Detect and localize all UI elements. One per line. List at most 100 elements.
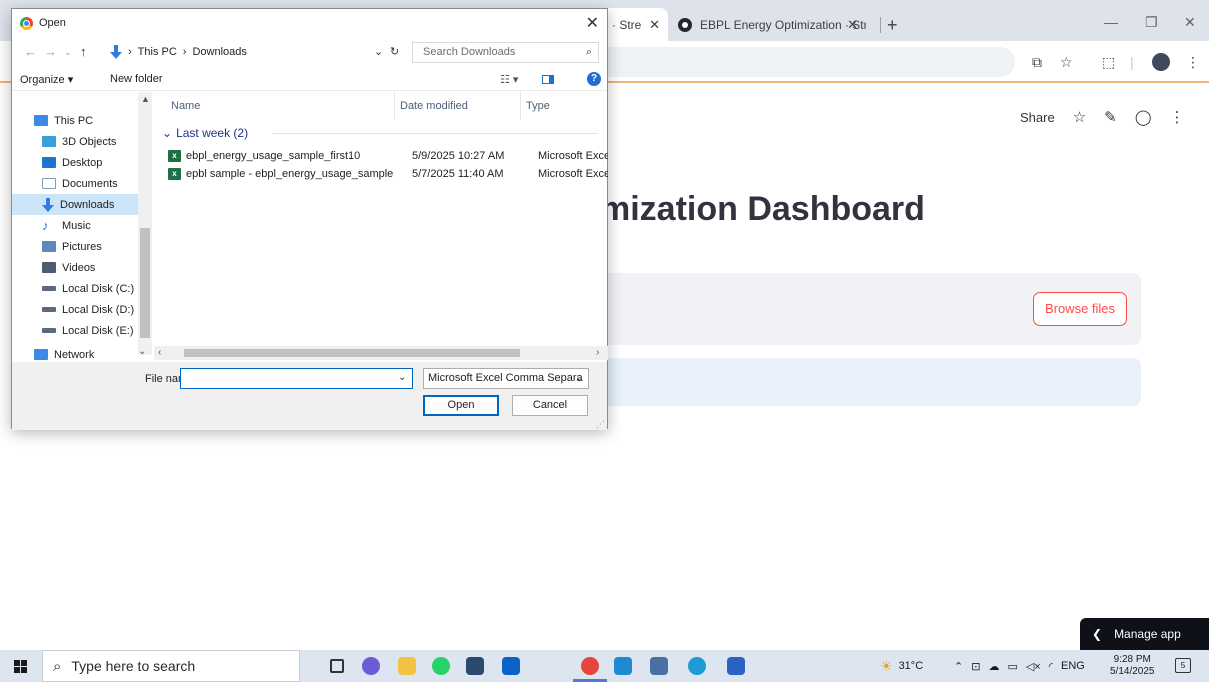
file-list-horizontal-scrollbar[interactable]: ‹ › — [154, 346, 608, 360]
nav-item-3d-objects[interactable]: 3D Objects — [12, 131, 138, 152]
open-button[interactable]: Open — [423, 395, 499, 416]
file-row[interactable]: x ebpl_energy_usage_sample_first10 5/9/2… — [168, 148, 608, 166]
bookmark-star-icon[interactable]: ☆ — [1060, 54, 1073, 71]
address-history-chevron-icon[interactable]: ⌄ — [374, 45, 383, 58]
navigation-scrollbar[interactable]: ▲ — [138, 92, 152, 355]
scroll-up-icon[interactable]: ▲ — [141, 94, 150, 104]
microsoft-store-icon[interactable] — [466, 657, 484, 675]
help-icon[interactable]: ? — [587, 72, 601, 86]
scrollbar-thumb[interactable] — [184, 349, 520, 357]
copilot-icon[interactable] — [362, 657, 380, 675]
nav-item-label: This PC — [54, 114, 94, 127]
weather-temperature: 31°C — [898, 660, 924, 672]
view-options-icon[interactable]: ☷ ▾ — [500, 73, 518, 86]
tab-close-icon[interactable]: ✕ — [847, 17, 858, 33]
cancel-button[interactable]: Cancel — [512, 395, 588, 416]
column-header-name[interactable]: Name — [171, 100, 200, 112]
show-hidden-icons-chevron-icon[interactable]: ⌃ — [954, 660, 963, 673]
notification-center-icon[interactable]: 5 — [1175, 658, 1191, 673]
language-indicator[interactable]: ENG — [1061, 660, 1085, 672]
taskbar-search-box[interactable]: ⌕ Type here to search — [42, 650, 300, 682]
file-type-select[interactable]: Microsoft Excel Comma Separa ⌄ — [423, 368, 589, 389]
taskbar-clock[interactable]: 9:28 PM 5/14/2025 — [1110, 654, 1155, 678]
restore-button[interactable]: ❐ — [1145, 14, 1158, 31]
scroll-right-icon[interactable]: › — [596, 347, 599, 358]
main-menu-icon[interactable]: ⋮ — [1170, 108, 1185, 126]
breadcrumb[interactable]: › This PC › Downloads — [110, 41, 410, 63]
dialog-close-button[interactable]: ✕ — [586, 13, 599, 33]
breadcrumb-this-pc[interactable]: This PC — [138, 46, 177, 58]
nav-item-desktop[interactable]: Desktop — [12, 152, 138, 173]
share-button[interactable]: Share — [1020, 110, 1055, 125]
nav-item-local-disk-d[interactable]: Local Disk (D:) — [12, 299, 138, 320]
wifi-icon[interactable]: ◜ — [1049, 660, 1053, 673]
search-input[interactable]: Search Downloads ⌕ — [412, 42, 599, 63]
file-name-input[interactable] — [180, 368, 413, 389]
profile-avatar[interactable] — [1152, 53, 1170, 71]
scroll-left-icon[interactable]: ‹ — [158, 347, 161, 358]
pictures-icon — [42, 241, 56, 252]
back-arrow-icon[interactable]: ← — [24, 44, 37, 59]
tab-close-icon[interactable]: ✕ — [649, 17, 660, 33]
close-window-button[interactable]: ✕ — [1184, 14, 1196, 31]
word-icon[interactable] — [727, 657, 745, 675]
outlook-icon[interactable] — [502, 657, 520, 675]
python-launcher-icon[interactable] — [650, 657, 668, 675]
nav-item-music[interactable]: ♪ Music — [12, 215, 138, 236]
windows-taskbar: ⌕ Type here to search ☀ 31°C ⌃ ⊡ ☁ ▭ ◁× … — [0, 650, 1209, 682]
file-type: Microsoft Excel — [538, 168, 608, 180]
chrome-taskbar-icon[interactable] — [573, 657, 607, 682]
nav-item-local-disk-c[interactable]: Local Disk (C:) — [12, 278, 138, 299]
vscode-icon[interactable] — [614, 657, 632, 675]
nav-item-local-disk-e[interactable]: Local Disk (E:) — [12, 320, 138, 341]
new-tab-button[interactable]: + — [887, 15, 898, 36]
windows-start-icon[interactable] — [14, 660, 27, 673]
star-icon[interactable]: ☆ — [1073, 108, 1086, 126]
edge-icon[interactable] — [688, 657, 706, 675]
scrollbar-thumb[interactable] — [140, 228, 150, 338]
forward-arrow-icon[interactable]: → — [44, 44, 57, 59]
whatsapp-icon[interactable] — [432, 657, 450, 675]
install-app-icon[interactable]: ⧉ — [1032, 54, 1042, 71]
nav-item-documents[interactable]: Documents — [12, 173, 138, 194]
nav-item-this-pc[interactable]: This PC — [34, 110, 138, 131]
group-header-last-week[interactable]: ⌄ Last week (2) — [162, 126, 248, 140]
chevron-down-icon[interactable]: ⌄ — [138, 346, 146, 357]
meet-now-icon[interactable]: ⊡ — [971, 660, 980, 673]
address-bar[interactable] — [560, 47, 1015, 77]
file-explorer-icon[interactable] — [398, 657, 416, 675]
minimize-button[interactable]: — — [1104, 14, 1118, 30]
browser-tab-ebpl[interactable]: EBPL Energy Optimization · Stre ✕ — [670, 8, 866, 41]
nav-item-videos[interactable]: Videos — [12, 257, 138, 278]
column-header-type[interactable]: Type — [526, 100, 550, 112]
drive-icon — [42, 328, 56, 333]
battery-icon[interactable]: ▭ — [1007, 660, 1017, 673]
refresh-icon[interactable]: ↻ — [390, 45, 399, 58]
recent-locations-chevron-icon[interactable]: ⌄ — [64, 47, 72, 58]
preview-pane-icon[interactable] — [542, 75, 554, 84]
resize-grip-icon[interactable]: ⋰ — [596, 419, 605, 430]
organize-menu[interactable]: Organize ▾ — [20, 73, 73, 86]
github-icon[interactable]: ◯ — [1135, 108, 1152, 126]
windows-drive-icon — [42, 286, 56, 291]
onedrive-cloud-icon[interactable]: ☁ — [988, 660, 999, 673]
file-row[interactable]: x epbl sample - ebpl_energy_usage_sample… — [168, 166, 608, 184]
nav-item-pictures[interactable]: Pictures — [12, 236, 138, 257]
task-view-icon[interactable] — [330, 659, 344, 673]
nav-item-downloads[interactable]: Downloads — [12, 194, 138, 215]
nav-item-label: Downloads — [60, 198, 115, 211]
weather-widget[interactable]: ☀ 31°C — [880, 650, 923, 682]
collapse-chevron-icon: ⌄ — [162, 126, 173, 140]
breadcrumb-downloads[interactable]: Downloads — [192, 46, 246, 58]
up-arrow-icon[interactable]: ↑ — [80, 44, 87, 59]
file-name-dropdown-icon[interactable]: ⌄ — [398, 372, 406, 383]
volume-icon[interactable]: ◁× — [1026, 660, 1041, 673]
manage-app-button[interactable]: ❮ Manage app — [1080, 618, 1209, 650]
edit-icon[interactable]: ✎ — [1104, 108, 1117, 126]
browser-menu-icon[interactable]: ⋮ — [1186, 54, 1200, 71]
column-header-date[interactable]: Date modified — [400, 100, 468, 112]
new-folder-button[interactable]: New folder — [110, 73, 163, 85]
extensions-icon[interactable]: ⬚ — [1102, 54, 1115, 71]
browse-files-button[interactable]: Browse files — [1033, 292, 1127, 326]
manage-app-label: Manage app — [1114, 627, 1181, 641]
